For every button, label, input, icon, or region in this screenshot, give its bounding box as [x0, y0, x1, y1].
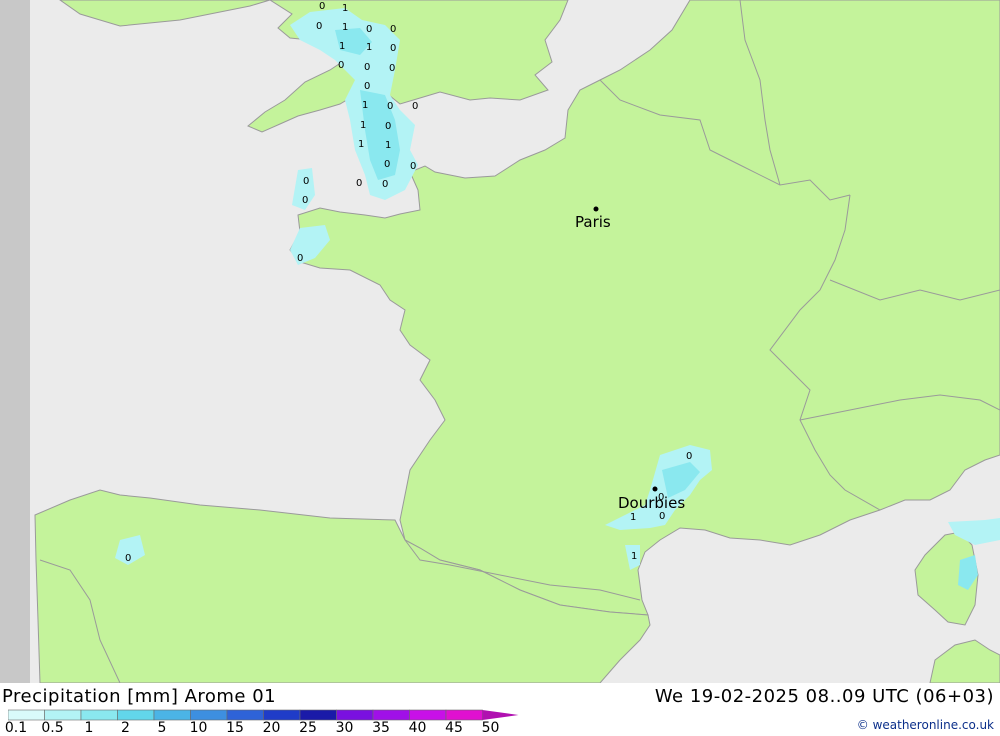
precip-value: 0 [319, 1, 325, 12]
precip-value: 1 [358, 139, 364, 150]
map-title: Precipitation [mm] Arome 01 [2, 686, 277, 707]
precip-value: 1 [631, 551, 637, 562]
precip-value: 1 [385, 140, 391, 151]
precip-value: 0 [385, 121, 391, 132]
scale-tick-label: 10 [189, 720, 208, 736]
credit-text: © weatheronline.co.uk [856, 718, 994, 732]
precip-value: 0 [410, 161, 416, 172]
scale-tick-label: 30 [335, 720, 354, 736]
scale-swatch [299, 709, 337, 721]
scale-tick-label: 0.5 [41, 720, 64, 736]
precip-value: 0 [412, 101, 418, 112]
city-marker [652, 486, 658, 492]
precip-value: 0 [297, 253, 303, 264]
scale-swatch [226, 709, 264, 721]
precip-value: 1 [366, 42, 372, 53]
scale-swatch [445, 709, 483, 721]
scale-swatch [44, 709, 82, 721]
scale-swatch [336, 709, 374, 721]
precip-value: 0 [316, 21, 322, 32]
precip-value: 0 [366, 24, 372, 35]
scale-swatch [372, 709, 410, 721]
precip-value: 0 [364, 81, 370, 92]
precip-value: 1 [339, 41, 345, 52]
scale-swatch [80, 709, 118, 721]
scale-swatch [153, 709, 191, 721]
precip-value: 0 [302, 195, 308, 206]
legend-bar: Precipitation [mm] Arome 01 We 19-02-202… [0, 683, 1000, 736]
precip-value: 0 [125, 553, 131, 564]
scale-tick-label: 50 [481, 720, 500, 736]
scale-tick-label: 5 [157, 720, 167, 736]
scale-arrow [482, 710, 519, 720]
scale-tick-label: 25 [299, 720, 317, 736]
scale-tick-label: 1 [84, 720, 94, 736]
precip-value: 0 [390, 43, 396, 54]
precip-value: 1 [342, 3, 348, 14]
scale-swatch [117, 709, 155, 721]
precip-value: 0 [364, 62, 370, 73]
precip-value: 1 [360, 120, 366, 131]
scale-tick-label: 40 [408, 720, 427, 736]
precip-value: 0 [338, 60, 344, 71]
precip-value: 0 [659, 511, 665, 522]
precip-value: 1 [362, 100, 368, 111]
precip-value: 0 [686, 451, 692, 462]
city-label: Paris [575, 213, 611, 231]
precip-value: 0 [356, 178, 362, 189]
scale-tick-label: 2 [121, 720, 130, 736]
scale-tick-label: 45 [445, 720, 463, 736]
scale-tick-label: 20 [262, 720, 281, 736]
scale-swatch [263, 709, 301, 721]
scale-swatch [190, 709, 228, 721]
scale-swatch [409, 709, 447, 721]
precip-value: 0 [389, 63, 395, 74]
precip-value: 0 [387, 101, 393, 112]
precip-value: 1 [342, 22, 348, 33]
scale-tick-label: 0.1 [4, 720, 28, 736]
city-label: Dourbies [618, 494, 685, 512]
precip-value: 0 [390, 24, 396, 35]
scale-tick-label: 35 [372, 720, 390, 736]
precip-value: 1 [630, 512, 636, 523]
map-edge-strip [0, 0, 30, 683]
precipitation-map: 0 1 0 1 0 0 1 1 0 0 0 0 0 1 0 0 1 0 1 1 … [0, 0, 1000, 683]
precip-value: 0 [382, 179, 388, 190]
precip-value: 0 [384, 159, 390, 170]
scale-swatch [8, 709, 45, 721]
scale-tick-label: 15 [226, 720, 244, 736]
city-marker [593, 206, 599, 212]
valid-time: We 19-02-2025 08..09 UTC (06+03) [654, 686, 994, 707]
precip-value: 0 [303, 176, 309, 187]
